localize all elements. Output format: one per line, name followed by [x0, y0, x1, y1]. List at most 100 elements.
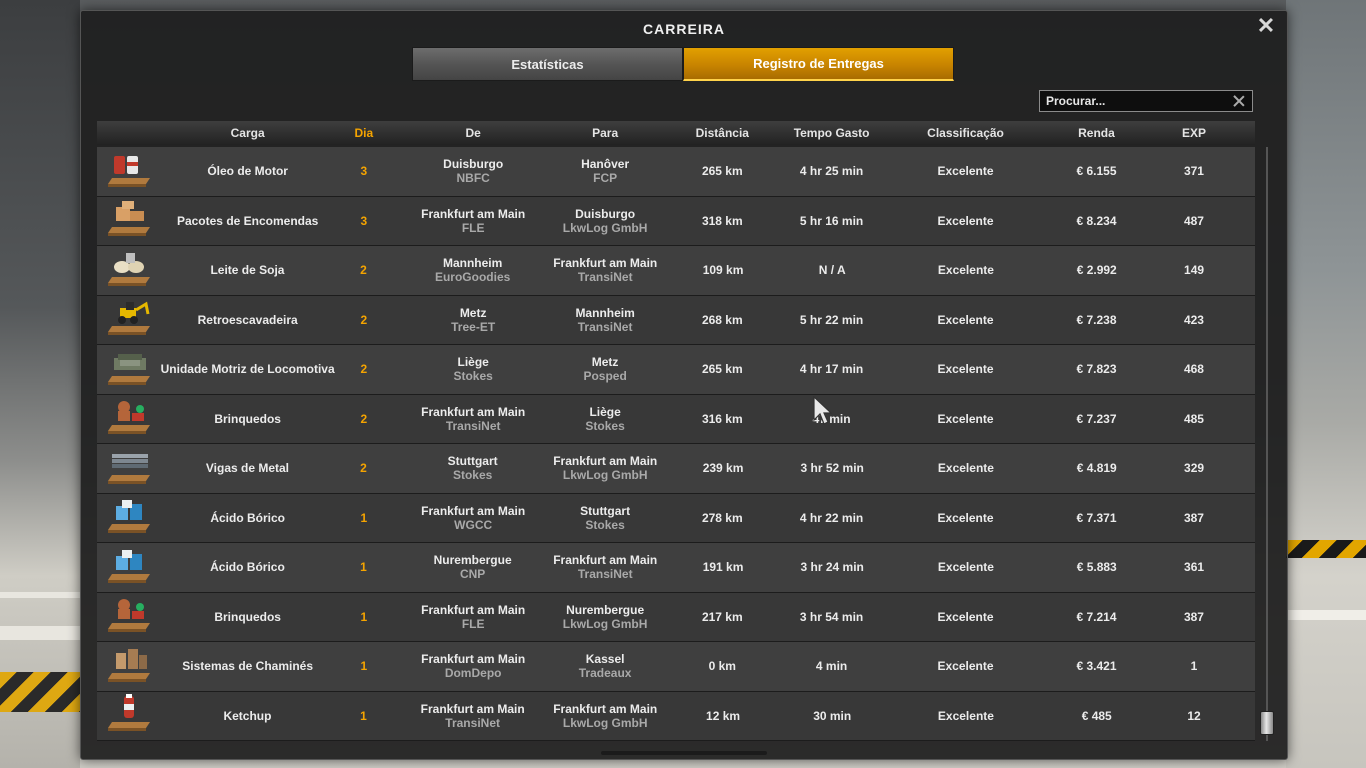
- day-value: 1: [360, 708, 367, 723]
- to-company: Stokes: [585, 418, 625, 433]
- from-cell: Metz Tree-ET: [388, 306, 557, 334]
- tab-statistics[interactable]: Estatísticas: [412, 47, 683, 81]
- time-value: 30 min: [813, 708, 852, 723]
- from-cell: Duisburgo NBFC: [388, 157, 557, 185]
- cargo-name: Sistemas de Chaminés: [182, 659, 314, 674]
- from-cell: Frankfurt am Main FLE: [388, 603, 557, 631]
- to-cell: Frankfurt am Main LkwLog GmbH: [553, 454, 657, 482]
- income-value: € 8.234: [1076, 213, 1117, 228]
- header-day[interactable]: Dia: [339, 126, 388, 140]
- delivery-row[interactable]: Vigas de Metal 2 Stuttgart Stokes Frankf…: [97, 444, 1255, 494]
- delivery-row[interactable]: Leite de Soja 2 Mannheim EuroGoodies Fra…: [97, 246, 1255, 296]
- cargo-icon-cell: [97, 694, 156, 737]
- chemical-cargo-icon: [106, 549, 156, 589]
- delivery-row[interactable]: Pacotes de Encomendas 3 Frankfurt am Mai…: [97, 196, 1255, 246]
- from-company: EuroGoodies: [434, 270, 511, 285]
- search-input[interactable]: [1046, 94, 1232, 108]
- to-city: Mannheim: [575, 305, 635, 320]
- from-company: CNP: [459, 567, 486, 582]
- rating-value: Excelente: [937, 708, 994, 723]
- exp-value: 329: [1184, 461, 1205, 476]
- delivery-row[interactable]: Sistemas de Chaminés 1 Frankfurt am Main…: [97, 642, 1255, 692]
- cargo-name: Pacotes de Encomendas: [176, 213, 319, 228]
- exp-value: 387: [1183, 609, 1204, 624]
- income-value: € 7.823: [1076, 362, 1117, 377]
- header-distance[interactable]: Distância: [652, 126, 792, 140]
- from-company: WGCC: [454, 517, 493, 532]
- time-value: 4 hr 25 min: [799, 164, 864, 179]
- cargo-icon-cell: [97, 595, 156, 638]
- cargo-name: Brinquedos: [214, 411, 281, 426]
- delivery-row[interactable]: Unidade Motriz de Locomotiva 2 Liège Sto…: [97, 345, 1255, 395]
- time-value: 5 hr 16 min: [799, 213, 864, 228]
- exp-value: 361: [1184, 560, 1205, 575]
- header-to[interactable]: Para: [558, 126, 653, 140]
- to-cell: Stuttgart Stokes: [558, 504, 653, 532]
- header-cargo[interactable]: Carga: [156, 126, 339, 140]
- time-value: 4 min: [815, 659, 848, 674]
- header-from[interactable]: De: [388, 126, 557, 140]
- search-box: [1039, 90, 1253, 112]
- to-city: Nurembergue: [566, 602, 645, 617]
- income-value: € 485: [1081, 708, 1112, 723]
- scrollbar-track[interactable]: [1266, 147, 1268, 741]
- header-rating[interactable]: Classificação: [871, 126, 1060, 140]
- distance-value: 318 km: [701, 213, 743, 228]
- rating-value: Excelente: [937, 213, 994, 228]
- from-city: Liège: [457, 355, 489, 370]
- to-company: LkwLog GmbH: [562, 616, 648, 631]
- window-bottom-handle: [601, 751, 767, 755]
- from-city: Frankfurt am Main: [421, 503, 526, 518]
- time-value: 4 hr 17 min: [799, 362, 864, 377]
- header-exp[interactable]: EXP: [1133, 126, 1255, 140]
- to-cell: Metz Posped: [558, 355, 653, 383]
- day-value: 2: [360, 263, 367, 278]
- to-company: Posped: [583, 369, 627, 384]
- distance-value: 191 km: [702, 560, 744, 575]
- delivery-row[interactable]: Brinquedos 1 Frankfurt am Main FLE Nurem…: [97, 592, 1255, 642]
- delivery-row[interactable]: Brinquedos 2 Frankfurt am Main TransiNet…: [97, 394, 1255, 444]
- day-value: 1: [360, 560, 367, 575]
- income-value: € 7.371: [1076, 510, 1117, 525]
- close-button[interactable]: ✕: [1255, 13, 1277, 38]
- to-cell: Mannheim TransiNet: [558, 306, 653, 334]
- distance-value: 265 km: [701, 362, 743, 377]
- delivery-row[interactable]: Retroescavadeira 2 Metz Tree-ET Mannheim…: [97, 295, 1255, 345]
- header-time[interactable]: Tempo Gasto: [792, 126, 871, 140]
- to-company: LkwLog GmbH: [562, 715, 648, 730]
- day-value: 2: [360, 362, 368, 377]
- cargo-name: Unidade Motriz de Locomotiva: [160, 362, 335, 377]
- clear-search-icon[interactable]: [1232, 94, 1246, 108]
- from-company: Tree-ET: [451, 319, 496, 334]
- from-city: Frankfurt am Main: [420, 701, 525, 716]
- delivery-row[interactable]: Ácido Bórico 1 Nurembergue CNP Frankfurt…: [97, 543, 1255, 593]
- to-cell: Nurembergue LkwLog GmbH: [558, 603, 653, 631]
- tab-delivery-log[interactable]: Registro de Entregas: [683, 47, 954, 81]
- delivery-row[interactable]: Ácido Bórico 1 Frankfurt am Main WGCC St…: [97, 493, 1255, 543]
- exp-value: 468: [1183, 362, 1204, 377]
- from-company: DomDepo: [444, 666, 502, 681]
- to-city: Kassel: [585, 652, 625, 667]
- income-value: € 7.237: [1076, 411, 1117, 426]
- scrollbar-thumb[interactable]: [1260, 711, 1274, 735]
- cargo-icon-cell: [97, 447, 156, 490]
- to-cell: Frankfurt am Main TransiNet: [553, 553, 657, 582]
- to-city: Frankfurt am Main: [553, 553, 658, 568]
- header-income[interactable]: Renda: [1060, 126, 1133, 140]
- distance-value: 239 km: [702, 461, 744, 476]
- from-city: Duisburgo: [443, 157, 504, 172]
- distance-value: 109 km: [702, 263, 744, 278]
- day-value: 2: [360, 461, 367, 476]
- exp-value: 12: [1187, 708, 1201, 723]
- day-value: 1: [360, 659, 368, 674]
- floor-hazard-stripe: [0, 672, 80, 712]
- cargo-icon-cell: [97, 397, 156, 440]
- day-value: 1: [360, 609, 368, 624]
- table-header: Carga Dia De Para Distância Tempo Gasto …: [97, 121, 1255, 145]
- to-company: TransiNet: [577, 567, 633, 582]
- delivery-row[interactable]: Ketchup 1 Frankfurt am Main TransiNet Fr…: [97, 691, 1255, 741]
- delivery-row[interactable]: Óleo de Motor 3 Duisburgo NBFC Hanôver F…: [97, 147, 1255, 197]
- to-city: Stuttgart: [580, 503, 631, 518]
- distance-value: 265 km: [701, 164, 743, 179]
- rating-value: Excelente: [937, 510, 994, 525]
